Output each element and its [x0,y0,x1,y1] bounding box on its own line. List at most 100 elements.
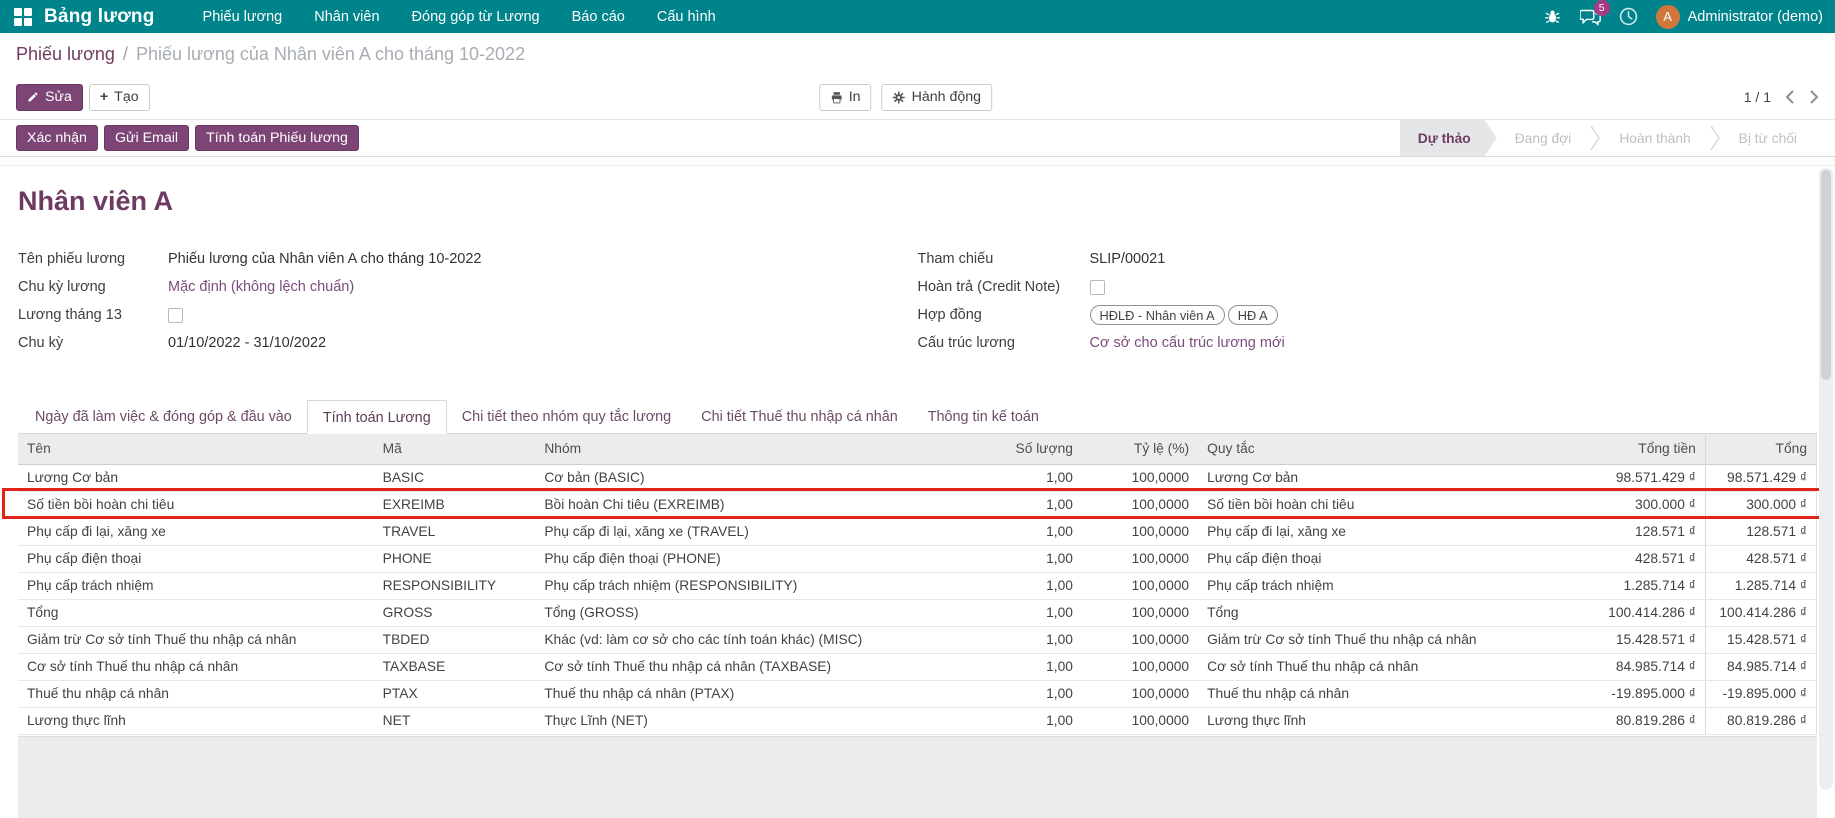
table-cell: Cơ sở tính Thuế thu nhập cá nhân (TAXBAS… [535,653,967,680]
table-footer-band [18,736,1817,818]
table-cell: Lương thực lĩnh [1198,707,1564,734]
form-field-label: Chu kỳ [18,335,168,351]
app-title[interactable]: Bảng lương [44,6,155,28]
column-header[interactable]: Nhóm [535,434,967,464]
table-cell: EXREIMB [374,491,536,518]
table-cell: 100.414.286 ₫ [1705,599,1816,626]
action-button[interactable]: Hành động [882,84,992,111]
table-cell: PTAX [374,680,536,707]
scroll-cutoff-strip [0,157,1835,166]
column-header[interactable]: Tổng [1705,434,1816,464]
state-step[interactable]: Đang đợi [1497,120,1590,156]
pager-next-button[interactable] [1809,89,1819,105]
table-cell: 100,0000 [1082,545,1198,572]
column-header[interactable]: Quy tắc [1198,434,1564,464]
navbar-menu-item[interactable]: Cấu hình [645,2,728,32]
column-header[interactable]: Tỷ lệ (%) [1082,434,1198,464]
table-row[interactable]: Phụ cấp điện thoạiPHONEPhụ cấp điện thoạ… [18,545,1817,572]
form-right-column: Tham chiếuSLIP/00021Hoàn trả (Credit Not… [918,245,1818,357]
print-button[interactable]: In [819,84,872,111]
edit-button[interactable]: Sửa [16,84,83,111]
contract-tag[interactable]: HĐLĐ - Nhân viên A [1090,305,1225,325]
navbar-menu-item[interactable]: Báo cáo [560,2,637,32]
state-separator-chevron-icon [1709,120,1721,156]
state-step[interactable]: Bị từ chối [1721,120,1815,156]
table-cell: PHONE [374,545,536,572]
table-cell: 84.985.714 ₫ [1564,653,1705,680]
scrollbar-thumb[interactable] [1821,170,1831,380]
statusbar-action-button[interactable]: Gửi Email [104,125,189,151]
debug-bug-icon[interactable] [1542,6,1564,28]
table-row[interactable]: Cơ sở tính Thuế thu nhập cá nhânTAXBASEC… [18,653,1817,680]
breadcrumb-parent-link[interactable]: Phiếu lương [16,44,115,65]
tab-active[interactable]: Tính toán Lương [307,400,447,434]
statusbar-action-button[interactable]: Tính toán Phiếu lương [195,125,359,151]
table-cell: Phụ cấp điện thoại [18,545,374,572]
table-cell: TRAVEL [374,518,536,545]
form-sheet: Nhân viên A Tên phiếu lươngPhiếu lương c… [0,166,1835,818]
table-cell: 1.285.714 ₫ [1705,572,1816,599]
table-row[interactable]: Phụ cấp đi lại, xăng xe TRAVELPhụ cấp đi … [18,518,1817,545]
form-field-row: Tên phiếu lươngPhiếu lương của Nhân viên… [18,245,918,273]
table-cell: 1.285.714 ₫ [1564,572,1705,599]
table-cell: 15.428.571 ₫ [1705,626,1816,653]
activities-clock-button[interactable] [1618,6,1640,28]
table-cell: Tổng [18,599,374,626]
bug-icon [1544,8,1561,25]
form-field-row: Tham chiếuSLIP/00021 [918,245,1818,273]
breadcrumb-separator: / [123,44,128,65]
table-cell: 100,0000 [1082,491,1198,518]
breadcrumb: Phiếu lương / Phiếu lương của Nhân viên … [0,33,1835,75]
apps-menu-icon[interactable] [14,8,32,26]
table-row[interactable]: Thuế thu nhập cá nhânPTAXThuế thu nhập c… [18,680,1817,707]
table-cell: 100.414.286 ₫ [1564,599,1705,626]
table-cell: 1,00 [968,626,1082,653]
tab-item[interactable]: Thông tin kế toán [913,400,1054,434]
state-step[interactable]: Dự thảo [1400,120,1497,156]
form-field-label: Hợp đồng [918,307,1090,323]
table-row[interactable]: Giảm trừ Cơ sở tính Thuế thu nhập cá nhâ… [18,626,1817,653]
table-row[interactable]: Lương thực lĩnhNETThực Lĩnh (NET)1,00100… [18,707,1817,734]
table-row[interactable]: TổngGROSSTổng (GROSS)1,00100,0000Tổng100… [18,599,1817,626]
tab-item[interactable]: Chi tiết Thuế thu nhập cá nhân [686,400,913,434]
table-row[interactable]: Lương Cơ bảnBASICCơ bản (BASIC)1,00100,0… [18,464,1817,491]
table-cell: Phụ cấp đi lại, xăng xe (TRAVEL) [535,518,967,545]
table-cell: Lương thực lĩnh [18,707,374,734]
table-row[interactable]: Số tiền bồi hoàn chi tiêuEXREIMBBồi hoàn… [18,491,1817,518]
column-header[interactable]: Tên [18,434,374,464]
statusbar-action-button[interactable]: Xác nhận [16,125,98,151]
column-header[interactable]: Tổng tiền [1564,434,1705,464]
tab-item[interactable]: Ngày đã làm việc & đóng góp & đầu vào [20,400,307,434]
table-cell: Số tiền bồi hoàn chi tiêu [18,491,374,518]
checkbox-input[interactable] [1090,280,1105,295]
column-header[interactable]: Mã [374,434,536,464]
contract-tag[interactable]: HĐ A [1228,305,1278,325]
checkbox-input[interactable] [168,308,183,323]
form-field-row: Hoàn trả (Credit Note) [918,273,1818,301]
navbar-menu-item[interactable]: Phiếu lương [191,2,295,32]
vertical-scrollbar[interactable] [1819,168,1833,790]
form-field-link[interactable]: Cơ sở cho cấu trúc lương mới [1090,335,1285,351]
printer-icon [830,91,843,104]
create-button[interactable]: + Tạo [89,84,150,111]
navbar-menu-item[interactable]: Nhân viên [302,2,391,32]
navbar-menus: Phiếu lươngNhân viên Đóng góp từ Lương Báo… [191,2,728,32]
user-menu[interactable]: A Administrator (demo) [1656,5,1823,29]
table-cell: 128.571 ₫ [1705,518,1816,545]
pager-previous-button[interactable] [1785,89,1795,105]
table-header-row: TênMãNhómSố lượngTỷ lệ (%)Quy tắcTổng ti… [18,434,1817,464]
table-cell: 300.000 ₫ [1564,491,1705,518]
pager-value: 1 / 1 [1744,89,1771,105]
tab-item[interactable]: Chi tiết theo nhóm quy tắc lương [447,400,686,434]
navbar-menu-item[interactable]: Đóng góp từ Lương [400,2,552,32]
table-cell: 100,0000 [1082,653,1198,680]
messages-icon-button[interactable]: 5 [1580,6,1602,28]
notebook-tabs: Ngày đã làm việc & đóng góp & đầu vàoTín… [18,399,1817,434]
table-row[interactable]: Phụ cấp trách nhiệmRESPONSIBILITYPhụ cấp… [18,572,1817,599]
column-header[interactable]: Số lượng [968,434,1082,464]
form-field-link[interactable]: Mặc định (không lệch chuẩn) [168,279,354,295]
table-cell: 1,00 [968,545,1082,572]
table-cell: Phụ cấp đi lại, xăng xe [1198,518,1564,545]
state-step[interactable]: Hoàn thành [1601,120,1708,156]
table-cell: 1,00 [968,518,1082,545]
